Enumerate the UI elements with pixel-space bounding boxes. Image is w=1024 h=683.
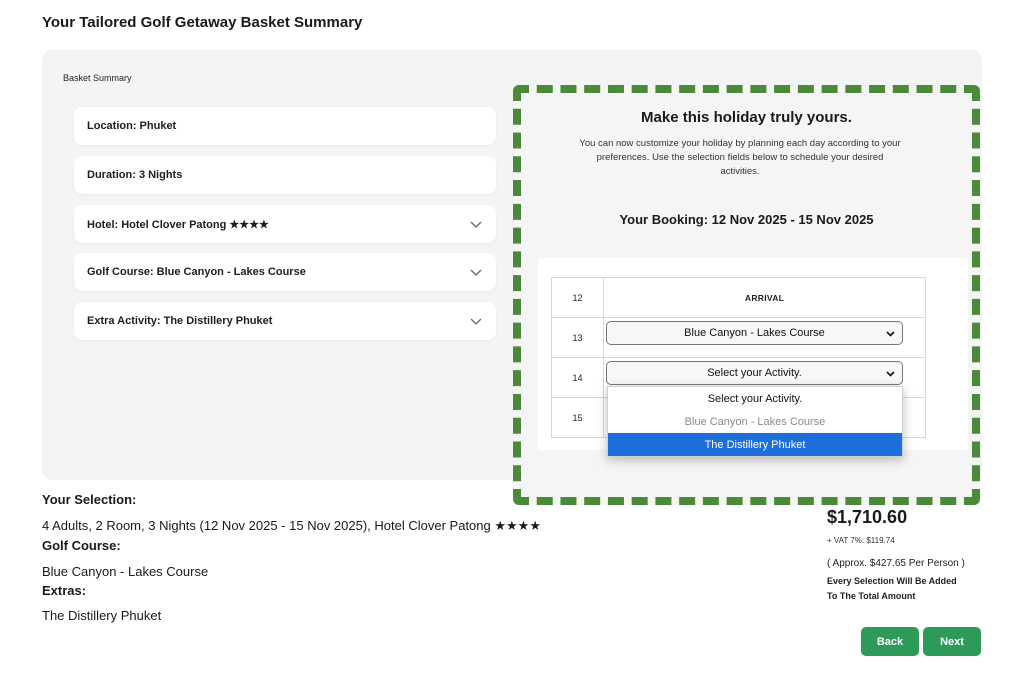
- selection-summary: 4 Adults, 2 Room, 3 Nights (12 Nov 2025 …: [42, 518, 541, 533]
- location-row: Location: Phuket: [74, 107, 496, 145]
- duration-row: Duration: 3 Nights: [74, 156, 496, 194]
- day-number: 13: [551, 317, 604, 358]
- back-button[interactable]: Back: [861, 627, 919, 656]
- customize-title: Make this holiday truly yours.: [641, 109, 852, 126]
- day-14-activity-select[interactable]: Select your Activity.: [606, 361, 903, 385]
- hotel-text: Hotel: Hotel Clover Patong ★★★★: [87, 218, 269, 231]
- duration-text: Duration: 3 Nights: [87, 169, 183, 181]
- day-number: 12: [551, 277, 604, 318]
- day-number: 14: [551, 357, 604, 398]
- day-number: 15: [551, 397, 604, 438]
- activity-dropdown-list: Select your Activity. Blue Canyon - Lake…: [607, 386, 903, 457]
- per-person-price: ( Approx. $427.65 Per Person ): [827, 558, 965, 569]
- arrival-label: ARRIVAL: [603, 277, 926, 318]
- booking-dates: Your Booking: 12 Nov 2025 - 15 Nov 2025: [619, 212, 874, 227]
- golf-course-row[interactable]: Golf Course: Blue Canyon - Lakes Course: [74, 253, 496, 291]
- chevron-down-icon[interactable]: [469, 265, 483, 279]
- day-13-activity-select[interactable]: Blue Canyon - Lakes Course: [606, 321, 903, 345]
- page-title: Your Tailored Golf Getaway Basket Summar…: [42, 14, 363, 31]
- next-button[interactable]: Next: [923, 627, 981, 656]
- schedule-row: 12 ARRIVAL: [551, 277, 926, 318]
- total-note: Every Selection Will Be Added To The Tot…: [827, 574, 987, 604]
- extra-activity-row[interactable]: Extra Activity: The Distillery Phuket: [74, 302, 496, 340]
- golf-course-text: Golf Course: Blue Canyon - Lakes Course: [87, 266, 306, 278]
- customize-description: You can now customize your holiday by pl…: [579, 138, 901, 177]
- golf-course-value: Blue Canyon - Lakes Course: [42, 564, 209, 579]
- total-price: $1,710.60: [827, 507, 908, 527]
- select-value: Blue Canyon - Lakes Course: [684, 327, 825, 339]
- dropdown-option[interactable]: The Distillery Phuket: [608, 433, 902, 456]
- basket-summary-label: Basket Summary: [63, 73, 132, 83]
- dropdown-option: Blue Canyon - Lakes Course: [684, 415, 826, 428]
- total-note-line: To The Total Amount: [827, 591, 916, 601]
- extras-heading: Extras:: [42, 583, 87, 598]
- location-text: Location: Phuket: [87, 120, 177, 132]
- selection-heading: Your Selection:: [42, 492, 137, 507]
- chevron-down-icon[interactable]: [469, 314, 483, 328]
- extras-value: The Distillery Phuket: [42, 608, 162, 623]
- extra-activity-text: Extra Activity: The Distillery Phuket: [87, 315, 273, 327]
- dropdown-option[interactable]: Select your Activity.: [608, 387, 902, 410]
- chevron-down-icon: [885, 328, 896, 339]
- hotel-row[interactable]: Hotel: Hotel Clover Patong ★★★★: [74, 205, 496, 243]
- select-value: Select your Activity.: [707, 367, 802, 379]
- golf-course-heading: Golf Course:: [42, 538, 121, 553]
- chevron-down-icon: [885, 368, 896, 379]
- vat-amount: + VAT 7%: $119.74: [827, 536, 895, 545]
- total-note-line: Every Selection Will Be Added: [827, 576, 957, 586]
- chevron-down-icon[interactable]: [469, 217, 483, 231]
